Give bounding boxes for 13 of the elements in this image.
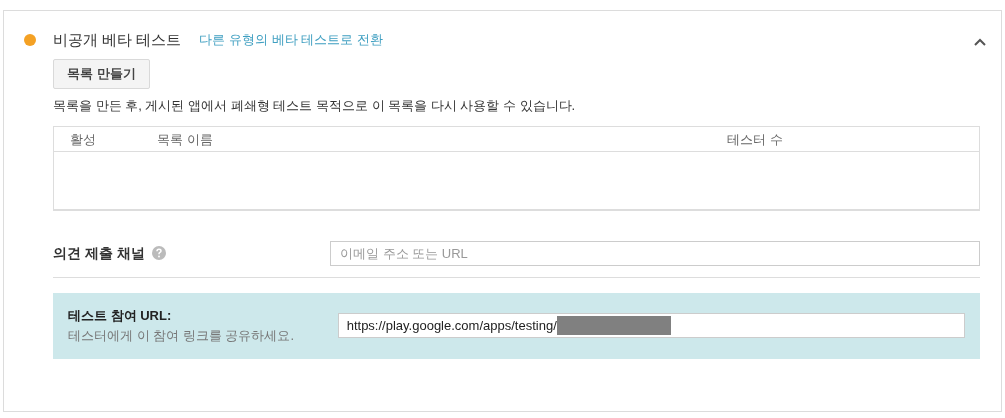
column-header: 목록 이름: [157, 131, 213, 147]
collapse-chevron-icon[interactable]: [973, 36, 987, 48]
column-header: 테스터 수: [727, 131, 783, 147]
opt-in-url-hint: 테스터에게 이 참여 링크를 공유하세요.: [68, 326, 296, 345]
create-list-button[interactable]: 목록 만들기: [53, 59, 150, 89]
column-header: 활성: [70, 131, 96, 147]
opt-in-url-label: 테스트 참여 URL:: [68, 307, 173, 325]
feedback-channel-label: 의견 제출 채널: [53, 243, 145, 263]
opt-in-url-field[interactable]: https://play.google.com/apps/testing/: [337, 313, 965, 338]
feedback-channel-field[interactable]: 이메일 주소 또는 URL: [330, 240, 980, 266]
section-title: 비공개 베타 테스트: [53, 29, 182, 50]
opt-in-url-text: https://play.google.com/apps/testing/: [346, 316, 557, 335]
description-text: 목록을 만든 후, 게시된 앱에서 폐쇄형 테스트 목적으로 이 목록을 다시 사용할 수 있습니다.: [53, 97, 577, 115]
